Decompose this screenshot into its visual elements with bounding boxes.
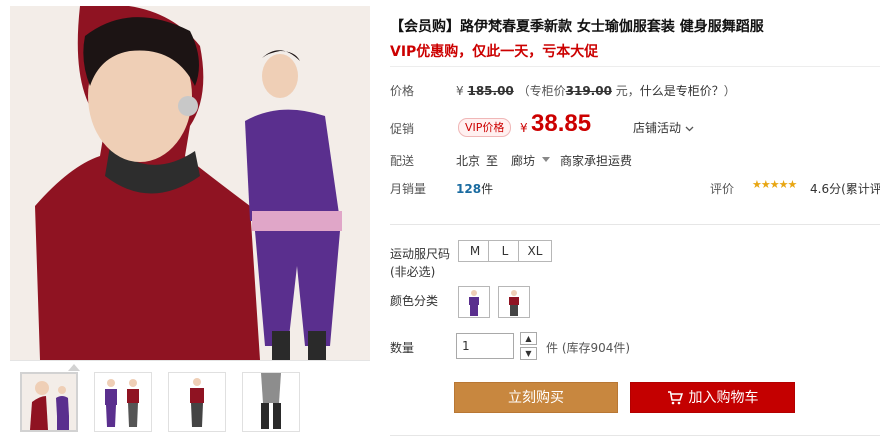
color-option-red-image	[499, 287, 529, 317]
shipping-label: 配送	[390, 154, 415, 168]
quantity-decrease-button[interactable]: ▼	[520, 347, 537, 360]
promo-price: 38.85	[531, 110, 592, 137]
quantity-unit: 件	[546, 341, 559, 355]
original-price: ¥ 185.00 （专柜价319.00 元，什么是专柜价？）	[456, 82, 736, 99]
rating-stars-icon: ★★★★★	[752, 178, 797, 191]
counter-price-unit: 元，	[611, 84, 640, 98]
add-to-cart-label: 加入购物车	[688, 390, 759, 406]
thumbnail-3-image	[169, 373, 225, 431]
thumbnail-pointer	[68, 364, 80, 371]
counter-price-value: 319.00	[565, 84, 612, 98]
thumbnail-1[interactable]	[20, 372, 78, 432]
ship-to-word: 至	[486, 154, 499, 168]
monthly-sales-unit: 件	[481, 182, 494, 196]
quantity-label: 数量	[390, 341, 415, 355]
ship-destination-select[interactable]: 廊坊	[511, 152, 535, 169]
add-to-cart-button[interactable]: 加入购物车	[630, 382, 795, 413]
thumbnail-2[interactable]	[94, 372, 152, 432]
stock-info: 件 (库存904件)	[546, 339, 630, 356]
color-option-red[interactable]	[498, 286, 530, 318]
thumbnail-2-image	[95, 373, 151, 431]
price-label: 价格	[390, 84, 415, 98]
vip-price-badge: VIP价格	[458, 118, 512, 137]
quantity-input[interactable]	[456, 333, 514, 359]
size-option-m[interactable]: M	[458, 240, 492, 262]
counter-price-help-link[interactable]: 什么是专柜价？	[640, 84, 724, 98]
thumbnail-4[interactable]	[242, 372, 300, 432]
product-gallery	[10, 0, 372, 441]
counter-price-suffix: ）	[723, 84, 736, 98]
color-option-purple-image	[459, 287, 489, 317]
yen-symbol: ¥	[456, 84, 464, 98]
counter-price-prefix: （专柜价	[517, 84, 566, 98]
model-photo-illustration	[10, 6, 370, 360]
cumulative-reviews-link[interactable]: (累计评	[841, 182, 880, 196]
product-title: 【会员购】路伊梵春夏季新款 女士瑜伽服套装 健身服舞蹈服	[390, 19, 764, 35]
monthly-sales-count: 128	[456, 182, 482, 196]
original-price-value: 185.00	[467, 84, 514, 98]
color-label: 颜色分类	[390, 294, 439, 308]
monthly-sales: 128件	[456, 180, 493, 197]
caret-down-icon[interactable]	[542, 157, 550, 162]
product-subtitle: VIP优惠购，仅此一天，亏本大促	[390, 44, 599, 60]
size-option-xl[interactable]: XL	[518, 240, 552, 262]
thumbnail-3[interactable]	[168, 372, 226, 432]
cart-icon	[667, 391, 683, 405]
thumbnail-4-image	[243, 373, 299, 431]
ship-from: 北京	[456, 154, 481, 168]
rating-label: 评价	[710, 182, 735, 196]
divider	[390, 224, 880, 225]
color-option-purple[interactable]	[458, 286, 490, 318]
main-product-image[interactable]	[10, 6, 370, 361]
buy-now-button[interactable]: 立刻购买	[454, 382, 618, 413]
stock-count: (库存904件)	[561, 341, 631, 355]
thumbnail-1-image	[22, 374, 76, 430]
store-activity-dropdown[interactable]: 店铺活动	[633, 119, 694, 136]
rating-score-value: 4.6分	[810, 182, 842, 196]
shipping-fee: 商家承担运费	[560, 154, 633, 168]
divider	[390, 435, 880, 436]
rating-score: 4.6分(累计评	[810, 180, 880, 197]
size-optional-note: (非必选)	[390, 265, 436, 279]
size-label: 运动服尺码	[390, 247, 451, 261]
quantity-increase-button[interactable]: ▲	[520, 332, 537, 345]
divider	[390, 66, 880, 67]
monthly-sales-label: 月销量	[390, 182, 427, 196]
chevron-down-icon	[685, 126, 694, 132]
promo-yen-symbol: ¥	[520, 121, 528, 135]
promo-label: 促销	[390, 122, 415, 136]
size-option-l[interactable]: L	[488, 240, 522, 262]
store-activity-label: 店铺活动	[633, 121, 682, 135]
